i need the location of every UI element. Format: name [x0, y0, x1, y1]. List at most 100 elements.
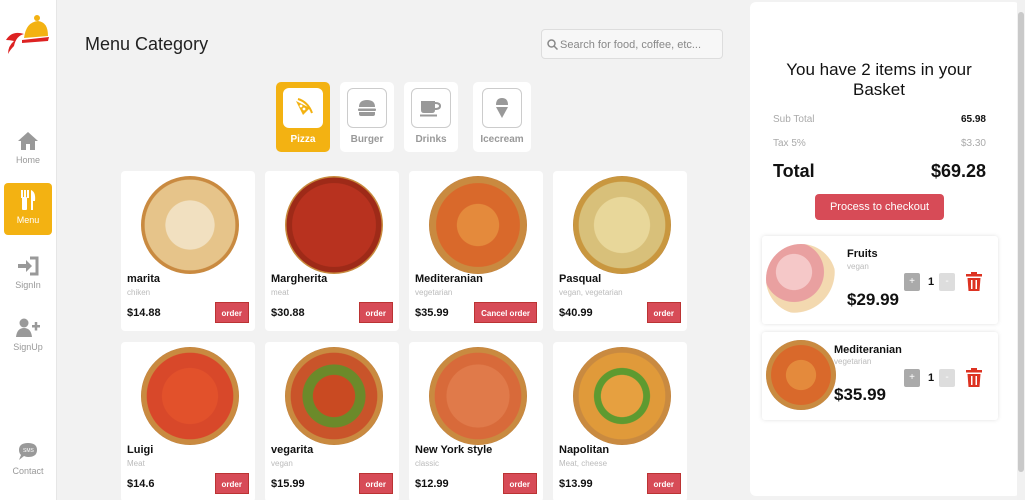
nav-home[interactable]: Home: [4, 125, 52, 177]
increase-qty-button[interactable]: +: [904, 273, 920, 291]
basket-item-name: Fruits: [847, 248, 878, 260]
increase-qty-button[interactable]: +: [904, 369, 920, 387]
chat-sms-icon: SMS: [19, 443, 37, 460]
product-card: New York style classic $12.99 order: [409, 342, 543, 500]
product-price: $30.88: [271, 307, 305, 319]
product-subtitle: chiken: [127, 288, 151, 297]
product-name: Margherita: [271, 273, 328, 285]
tax-row: Tax 5% $3.30: [773, 138, 986, 149]
pizza-icon: [296, 98, 313, 115]
subtotal-label: Sub Total: [773, 114, 815, 125]
burger-icon: [358, 100, 376, 116]
product-card: Mediteranian vegetarian $35.99 Cancel or…: [409, 171, 543, 331]
page-title: Menu Category: [85, 34, 209, 54]
nav-home-label: Home: [15, 155, 40, 165]
basket-item-subtitle: vegan: [847, 262, 869, 271]
basket-item: Fruits vegan $29.99 + 1 -: [762, 236, 998, 324]
icecream-image: [766, 244, 836, 314]
product-price: $35.99: [415, 307, 449, 319]
product-price: $15.99: [271, 478, 305, 490]
pizza-image: [285, 347, 383, 445]
category-pizza[interactable]: Pizza: [276, 82, 330, 152]
scrollbar-thumb[interactable]: [1018, 12, 1024, 472]
user-plus-icon: [16, 318, 40, 337]
order-button[interactable]: order: [214, 302, 249, 323]
product-card: Margherita meat $30.88 order: [265, 171, 399, 331]
category-icecream[interactable]: Icecream: [473, 82, 531, 152]
order-button[interactable]: order: [502, 473, 537, 494]
product-name: Napolitan: [559, 444, 610, 456]
decrease-qty-button[interactable]: -: [939, 369, 955, 387]
scrollbar[interactable]: [1017, 0, 1025, 500]
sign-in-icon: [18, 256, 39, 276]
utensils-icon: [21, 190, 36, 210]
checkout-button[interactable]: Process to checkout: [815, 194, 944, 220]
nav-contact[interactable]: SMS Contact: [4, 436, 52, 488]
product-name: New York style: [415, 444, 493, 456]
basket-item-price: $35.99: [834, 385, 886, 404]
nav-menu-label: Menu: [16, 215, 40, 225]
product-price: $13.99: [559, 478, 593, 490]
svg-text:SMS: SMS: [23, 448, 35, 454]
product-name: Luigi: [127, 444, 154, 456]
order-button[interactable]: order: [646, 473, 681, 494]
category-drinks-label: Drinks: [415, 134, 447, 145]
product-subtitle: meat: [271, 288, 289, 297]
basket-item-subtitle: vegetarian: [834, 357, 872, 366]
order-button[interactable]: order: [646, 302, 681, 323]
pizza-image: [285, 176, 383, 274]
product-subtitle: Meat: [127, 459, 145, 468]
basket-heading: You have 2 items in your Basket: [786, 60, 972, 99]
decrease-qty-button[interactable]: -: [939, 273, 955, 291]
pizza-image: [573, 176, 671, 274]
total-label: Total: [773, 161, 815, 181]
basket-item-price: $29.99: [847, 290, 899, 309]
product-price: $14.6: [127, 478, 155, 490]
tax-label: Tax 5%: [773, 138, 806, 149]
search-input[interactable]: Search for food, coffee, etc...: [541, 29, 723, 59]
search-placeholder: Search for food, coffee, etc...: [560, 39, 702, 51]
qty-value: 1: [928, 276, 935, 288]
trash-icon[interactable]: [965, 272, 983, 292]
cancel-order-button[interactable]: Cancel order: [474, 302, 537, 323]
nav-signin[interactable]: SignIn: [4, 250, 52, 302]
product-card: vegarita vegan $15.99 order: [265, 342, 399, 500]
trash-icon[interactable]: [965, 368, 983, 388]
total-row: Total $69.28: [773, 161, 986, 182]
home-icon: [18, 132, 38, 150]
basket-item: Mediteranian vegetarian $35.99 + 1 -: [762, 332, 998, 420]
nav-signup[interactable]: SignUp: [4, 312, 52, 364]
main-content: Menu Category Search for food, coffee, e…: [57, 0, 747, 500]
sidebar: Home Menu SignIn SignUp SMS Contact: [0, 0, 57, 500]
product-name: marita: [127, 273, 161, 285]
icecream-icon: [496, 98, 508, 118]
product-name: Mediteranian: [415, 273, 483, 285]
product-card: Pasqual vegan, vegetarian $40.99 order: [553, 171, 687, 331]
product-price: $14.88: [127, 307, 161, 319]
nav-menu[interactable]: Menu: [4, 183, 52, 235]
total-value: $69.28: [930, 161, 986, 181]
product-card: Luigi Meat $14.6 order: [121, 342, 255, 500]
product-subtitle: Meat, cheese: [559, 459, 608, 468]
pizza-image: [429, 347, 527, 445]
coffee-cup-icon: [420, 101, 442, 117]
pizza-image: [141, 176, 239, 274]
order-button[interactable]: order: [358, 473, 393, 494]
subtotal-value: 65.98: [960, 114, 986, 125]
product-name: Pasqual: [559, 273, 602, 285]
qty-value: 1: [928, 372, 935, 384]
order-button[interactable]: order: [358, 302, 393, 323]
search-icon: [547, 39, 558, 50]
brand-logo[interactable]: [4, 10, 50, 54]
product-subtitle: vegan, vegetarian: [559, 288, 623, 297]
product-price: $12.99: [415, 478, 449, 490]
order-button[interactable]: order: [214, 473, 249, 494]
product-subtitle: vegetarian: [415, 288, 453, 297]
nav-signin-label: SignIn: [15, 280, 41, 290]
category-drinks[interactable]: Drinks: [404, 82, 458, 152]
category-burger[interactable]: Burger: [340, 82, 394, 152]
tax-value: $3.30: [960, 138, 986, 149]
pizza-image: [429, 176, 527, 274]
nav-contact-label: Contact: [12, 466, 44, 476]
category-burger-label: Burger: [350, 134, 384, 145]
